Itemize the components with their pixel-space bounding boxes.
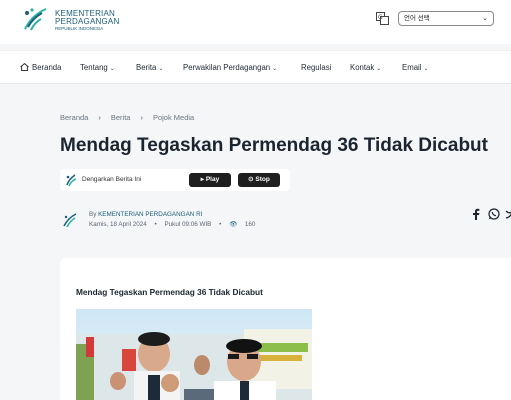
breadcrumb: Beranda › Berita › Pojok Media — [60, 113, 204, 122]
home-icon — [20, 63, 29, 71]
chevron-down-icon: ⌄ — [109, 66, 115, 72]
author-name[interactable]: KEMENTERIAN PERDAGANGAN RI — [98, 211, 202, 218]
whatsapp-icon[interactable] — [488, 208, 500, 220]
translate-icon[interactable]: G — [376, 12, 389, 25]
nav-label: Beranda — [32, 63, 62, 72]
language-select[interactable]: 언어 선택 ⌄ — [398, 11, 494, 26]
chevron-down-icon: ⌄ — [158, 66, 164, 72]
views: 👁 160 — [229, 221, 261, 228]
nav-item-kontak[interactable]: Kontak ⌄ — [350, 63, 381, 72]
author-avatar-icon — [63, 213, 77, 228]
author-prefix: By — [89, 211, 97, 218]
play-label: Play — [205, 176, 220, 183]
listen-icon — [66, 174, 77, 187]
article-photo — [76, 309, 312, 400]
chevron-right-icon: › — [98, 113, 101, 122]
nav-label: Tentang — [80, 63, 108, 72]
chevron-down-icon: ⌄ — [272, 66, 278, 72]
article-meta: Kamis, 18 April 2024 • Pukul 09:06 WIB •… — [89, 220, 267, 228]
breadcrumb-pojok-media: Pojok Media — [152, 113, 195, 122]
nav-item-tentang[interactable]: Tentang ⌄ — [80, 63, 115, 72]
nav-item-beranda[interactable]: Beranda — [20, 63, 61, 72]
article-date: Kamis, 18 April 2024 — [89, 221, 147, 228]
play-icon: ▸ — [200, 176, 205, 183]
stop-icon: ⊙ — [248, 176, 254, 183]
nav-label: Regulasi — [301, 63, 332, 72]
svg-text:G: G — [378, 14, 383, 21]
article-card: Mendag Tegaskan Permendag 36 Tidak Dicab… — [60, 258, 511, 400]
nav-item-perwakilan[interactable]: Perwakilan Perdagangan ⌄ — [183, 63, 277, 72]
article-time: Pukul 09:06 WIB — [164, 221, 212, 228]
article-heading: Mendag Tegaskan Permendag 36 Tidak Dicab… — [76, 287, 263, 297]
nav-item-regulasi[interactable]: Regulasi — [301, 63, 331, 72]
nav-label: Email — [402, 63, 422, 72]
facebook-icon[interactable] — [471, 208, 481, 220]
audio-label: Dengarkan Berita Ini — [82, 176, 142, 183]
author-line: By KEMENTERIAN PERDAGANGAN RI — [89, 211, 202, 218]
chevron-down-icon: ⌄ — [423, 66, 429, 72]
page-title: Mendag Tegaskan Permendag 36 Tidak Dicab… — [60, 135, 488, 156]
top-bar: KEMENTERIAN PERDAGANGAN REPUBLIK INDONES… — [0, 0, 511, 44]
nav-label: Kontak — [350, 63, 375, 72]
logo-text[interactable]: KEMENTERIAN PERDAGANGAN REPUBLIK INDONES… — [55, 10, 119, 32]
logo-line-3: REPUBLIK INDONESIA — [55, 26, 104, 31]
breadcrumb-berita[interactable]: Berita — [111, 113, 131, 122]
logo-line-2: PERDAGANGAN — [55, 17, 120, 26]
logo-icon[interactable] — [22, 5, 48, 33]
nav-label: Perwakilan Perdagangan — [183, 63, 271, 72]
nav-item-berita[interactable]: Berita ⌄ — [136, 63, 163, 72]
view-count: 160 — [244, 221, 256, 228]
meta-separator: • — [154, 221, 157, 228]
eye-icon: 👁 — [229, 221, 238, 228]
twitter-icon[interactable] — [505, 209, 511, 220]
chevron-down-icon: ⌄ — [482, 15, 488, 22]
audio-player: Dengarkan Berita Ini ▸ Play ⊙ Stop — [60, 169, 290, 191]
main-nav: Beranda Tentang ⌄ Berita ⌄ Perwakilan Perd… — [0, 50, 511, 84]
play-button[interactable]: ▸ Play — [189, 173, 231, 187]
stop-label: Stop — [255, 176, 270, 183]
meta-separator: • — [219, 221, 222, 228]
chevron-down-icon: ⌄ — [376, 66, 382, 72]
stop-button[interactable]: ⊙ Stop — [238, 173, 280, 187]
chevron-right-icon: › — [140, 113, 143, 122]
nav-label: Berita — [136, 63, 157, 72]
breadcrumb-beranda[interactable]: Beranda — [60, 113, 88, 122]
nav-item-email[interactable]: Email ⌄ — [402, 63, 429, 72]
language-select-value: 언어 선택 — [404, 15, 430, 22]
